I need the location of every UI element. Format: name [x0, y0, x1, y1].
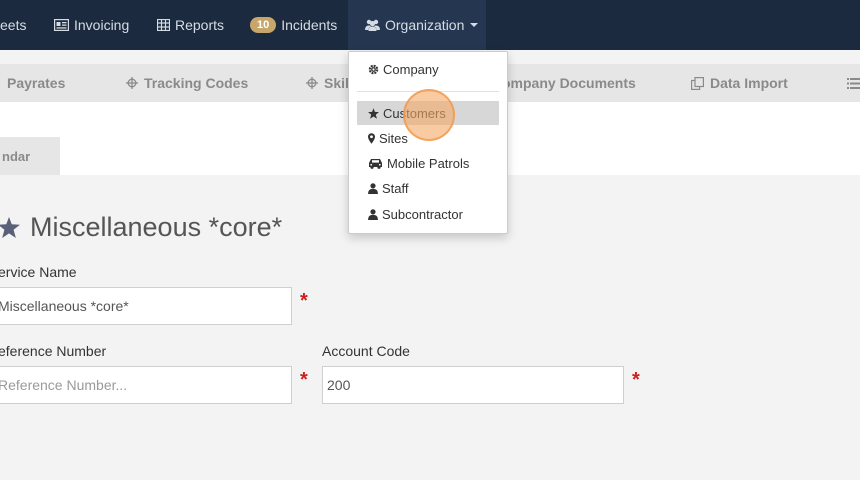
menu-item-label: Staff	[382, 180, 409, 196]
menu-item-label: Company	[383, 61, 439, 77]
subnav-item-company-documents[interactable]: ompany Documents	[502, 64, 636, 102]
gear-icon	[368, 64, 379, 75]
subnav-item-payrates[interactable]: Payrates	[7, 64, 65, 102]
star-icon	[368, 107, 379, 119]
required-asterisk: *	[300, 369, 308, 391]
menu-item-label: Mobile Patrols	[387, 155, 470, 171]
menu-item-staff[interactable]: Staff	[357, 176, 499, 200]
nav-item-incidents[interactable]: 10 Incidents	[250, 0, 337, 50]
menu-item-customers[interactable]: Customers	[357, 101, 499, 125]
menu-item-label: Customers	[383, 105, 446, 121]
account-code-input[interactable]: 200	[322, 366, 624, 404]
copy-icon	[691, 76, 704, 90]
menu-item-company[interactable]: Company	[357, 57, 499, 81]
menu-divider	[357, 91, 499, 92]
users-icon	[365, 19, 380, 31]
invoice-icon	[54, 19, 69, 31]
map-marker-icon	[368, 132, 375, 144]
menu-item-sites[interactable]: Sites	[357, 126, 499, 150]
menu-item-mobile-patrols[interactable]: Mobile Patrols	[357, 151, 499, 175]
incidents-count-badge: 10	[250, 17, 277, 33]
menu-item-label: Sites	[379, 130, 408, 146]
nav-item-organization[interactable]: Organization	[348, 0, 486, 50]
nav-item-label: Invoicing	[74, 17, 130, 33]
page-title: Miscellaneous *core*	[0, 212, 282, 243]
list-icon	[847, 77, 860, 89]
user-icon	[368, 182, 378, 194]
crosshair-icon	[126, 77, 138, 89]
nav-item-timesheets[interactable]: eets	[0, 0, 26, 50]
tab-calendar[interactable]: ndar	[0, 137, 60, 175]
service-name-label: ervice Name	[0, 264, 77, 280]
subnav-item-more[interactable]	[847, 64, 860, 102]
subnav-item-label: Payrates	[7, 75, 66, 91]
nav-item-label: Organization	[385, 17, 465, 33]
table-icon	[157, 19, 170, 31]
page-title-text: Miscellaneous *core*	[30, 212, 283, 242]
account-code-label: Account Code	[322, 343, 410, 359]
reference-number-input[interactable]: Reference Number...	[0, 366, 292, 404]
organization-dropdown-menu: Company Customers Sites Mobile Patrols S…	[348, 51, 508, 234]
user-icon	[368, 208, 378, 220]
caret-down-icon	[470, 23, 479, 27]
nav-item-label: eets	[0, 17, 27, 33]
nav-item-invoicing[interactable]: Invoicing	[54, 0, 129, 50]
tab-label: ndar	[2, 148, 31, 164]
crosshair-icon	[306, 77, 318, 89]
car-icon	[368, 158, 383, 169]
subnav-item-data-import[interactable]: Data Import	[691, 64, 788, 102]
subnav-item-label: ompany Documents	[502, 75, 636, 91]
subnav-item-skills[interactable]: Skil	[306, 64, 349, 102]
star-icon	[0, 217, 20, 238]
subnav-item-label: Data Import	[710, 75, 788, 91]
service-name-input[interactable]: Miscellaneous *core*	[0, 287, 292, 325]
subnav-item-label: Tracking Codes	[144, 75, 249, 91]
service-name-value: Miscellaneous *core*	[0, 298, 129, 314]
account-code-value: 200	[327, 377, 351, 393]
nav-item-label: Incidents	[281, 17, 338, 33]
subnav-item-label: Skil	[324, 75, 349, 91]
nav-item-reports[interactable]: Reports	[157, 0, 224, 50]
reference-number-label: eference Number	[0, 343, 107, 359]
top-navbar: eets Invoicing Reports 10 Incidents Orga…	[0, 0, 860, 50]
required-asterisk: *	[632, 369, 640, 391]
menu-item-subcontractor[interactable]: Subcontractor	[357, 202, 499, 226]
menu-item-label: Subcontractor	[382, 206, 463, 222]
reference-number-placeholder: Reference Number...	[0, 377, 128, 393]
nav-item-label: Reports	[175, 17, 225, 33]
subnav-item-tracking-codes[interactable]: Tracking Codes	[126, 64, 248, 102]
required-asterisk: *	[300, 290, 308, 312]
